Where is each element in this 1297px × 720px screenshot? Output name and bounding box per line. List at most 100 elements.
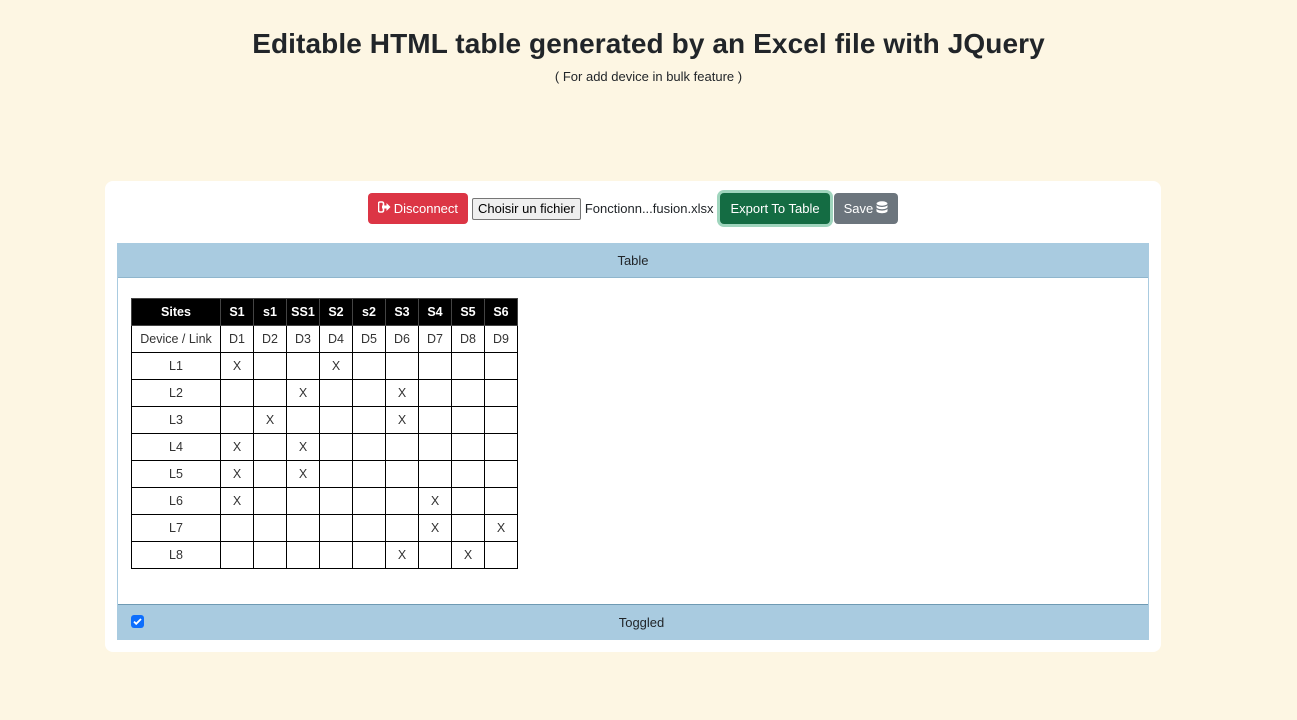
table-cell[interactable] — [418, 460, 452, 488]
table-cell[interactable] — [352, 514, 386, 542]
table-cell[interactable] — [418, 406, 452, 434]
table-cell[interactable]: L6 — [131, 487, 221, 515]
table-panel: Table Sites S1 s1 SS1 S2 s2 S3 S4 S5 S6 … — [117, 243, 1149, 640]
table-cell[interactable] — [220, 541, 254, 569]
table-cell[interactable]: X — [286, 433, 320, 461]
table-cell[interactable] — [451, 379, 485, 407]
table-cell[interactable] — [352, 460, 386, 488]
table-cell[interactable]: X — [286, 460, 320, 488]
table-cell[interactable] — [352, 541, 386, 569]
table-cell[interactable] — [253, 352, 287, 380]
table-cell[interactable] — [253, 460, 287, 488]
table-cell[interactable] — [286, 514, 320, 542]
table-cell[interactable]: X — [418, 514, 452, 542]
table-cell[interactable] — [253, 379, 287, 407]
table-cell[interactable] — [286, 352, 320, 380]
table-cell[interactable] — [484, 541, 518, 569]
table-cell[interactable] — [352, 352, 386, 380]
table-cell[interactable]: D9 — [484, 325, 518, 353]
table-cell[interactable] — [484, 460, 518, 488]
table-cell[interactable]: X — [253, 406, 287, 434]
table-cell[interactable] — [385, 514, 419, 542]
table-cell[interactable]: L7 — [131, 514, 221, 542]
table-cell[interactable] — [319, 541, 353, 569]
table-cell[interactable] — [418, 379, 452, 407]
table-cell[interactable]: X — [385, 406, 419, 434]
table-cell[interactable]: L8 — [131, 541, 221, 569]
table-cell[interactable] — [451, 406, 485, 434]
table-cell[interactable] — [352, 433, 386, 461]
table-cell[interactable] — [385, 433, 419, 461]
table-cell[interactable] — [484, 487, 518, 515]
table-cell[interactable]: X — [319, 352, 353, 380]
table-cell[interactable] — [253, 541, 287, 569]
table-cell[interactable]: L2 — [131, 379, 221, 407]
table-cell[interactable] — [253, 487, 287, 515]
table-cell[interactable]: L4 — [131, 433, 221, 461]
table-cell[interactable]: Device / Link — [131, 325, 221, 353]
table-cell[interactable] — [253, 514, 287, 542]
export-to-table-button[interactable]: Export To Table — [720, 193, 830, 224]
table-cell[interactable]: X — [220, 460, 254, 488]
table-cell[interactable] — [451, 514, 485, 542]
save-button[interactable]: Save — [833, 193, 899, 224]
table-cell[interactable] — [319, 379, 353, 407]
table-cell[interactable]: X — [220, 487, 254, 515]
table-cell[interactable] — [253, 433, 287, 461]
table-cell[interactable]: D2 — [253, 325, 287, 353]
table-cell[interactable]: L3 — [131, 406, 221, 434]
table-cell[interactable] — [352, 487, 386, 515]
save-label: Save — [843, 201, 874, 216]
table-cell[interactable]: L5 — [131, 460, 221, 488]
table-cell[interactable] — [484, 352, 518, 380]
table-cell[interactable]: X — [385, 541, 419, 569]
table-cell[interactable] — [451, 460, 485, 488]
table-cell[interactable] — [451, 352, 485, 380]
toggle-checkbox[interactable] — [131, 615, 144, 628]
table-cell[interactable] — [319, 487, 353, 515]
table-cell[interactable]: X — [286, 379, 320, 407]
table-cell[interactable] — [286, 406, 320, 434]
table-cell[interactable] — [319, 433, 353, 461]
page-subtitle: ( For add device in bulk feature ) — [554, 69, 743, 84]
table-cell[interactable] — [319, 514, 353, 542]
table-cell[interactable]: D8 — [451, 325, 485, 353]
table-cell[interactable] — [484, 406, 518, 434]
table-cell[interactable] — [385, 352, 419, 380]
table-cell[interactable] — [319, 460, 353, 488]
table-cell[interactable] — [451, 487, 485, 515]
table-cell[interactable]: X — [418, 487, 452, 515]
table-cell[interactable] — [352, 406, 386, 434]
table-cell[interactable] — [286, 487, 320, 515]
table-cell[interactable]: X — [484, 514, 518, 542]
table-cell[interactable]: X — [451, 541, 485, 569]
table-cell[interactable]: D1 — [220, 325, 254, 353]
table-cell[interactable]: D5 — [352, 325, 386, 353]
table-cell[interactable] — [385, 487, 419, 515]
table-cell[interactable] — [319, 406, 353, 434]
table-cell[interactable] — [418, 433, 452, 461]
table-cell[interactable]: D6 — [385, 325, 419, 353]
table-cell[interactable] — [352, 379, 386, 407]
file-input[interactable]: Choisir un fichier Fonctionn...fusion.xl… — [472, 197, 713, 220]
table-cell[interactable] — [220, 379, 254, 407]
table-cell[interactable]: L1 — [131, 352, 221, 380]
table-cell[interactable]: D3 — [286, 325, 320, 353]
choose-file-button[interactable]: Choisir un fichier — [472, 197, 581, 220]
table-cell[interactable] — [220, 514, 254, 542]
table-cell[interactable] — [418, 352, 452, 380]
table-cell[interactable]: X — [385, 379, 419, 407]
table-cell[interactable]: D4 — [319, 325, 353, 353]
table-cell[interactable] — [451, 433, 485, 461]
table-cell[interactable] — [418, 541, 452, 569]
table-cell[interactable] — [484, 379, 518, 407]
table-cell[interactable] — [220, 406, 254, 434]
table-cell[interactable] — [385, 460, 419, 488]
toolbar: Disconnect Choisir un fichier Fonctionn.… — [105, 193, 1161, 224]
table-cell[interactable]: D7 — [418, 325, 452, 353]
table-cell[interactable]: X — [220, 433, 254, 461]
disconnect-button[interactable]: Disconnect — [367, 193, 469, 224]
table-cell[interactable] — [484, 433, 518, 461]
table-cell[interactable] — [286, 541, 320, 569]
table-cell[interactable]: X — [220, 352, 254, 380]
